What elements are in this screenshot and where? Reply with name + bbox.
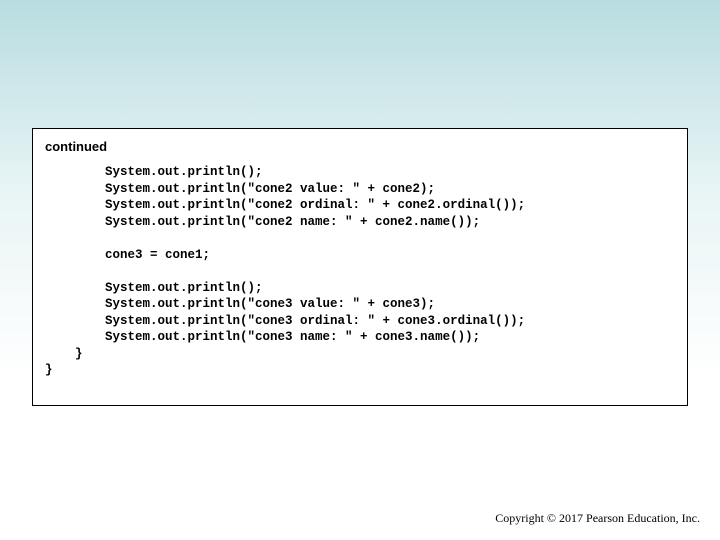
copyright-text: Copyright © 2017 Pearson Education, Inc.: [495, 511, 700, 526]
slide: continued System.out.println(); System.o…: [0, 0, 720, 540]
continued-heading: continued: [45, 139, 675, 154]
code-box: continued System.out.println(); System.o…: [32, 128, 688, 406]
code-listing: System.out.println(); System.out.println…: [45, 164, 675, 379]
